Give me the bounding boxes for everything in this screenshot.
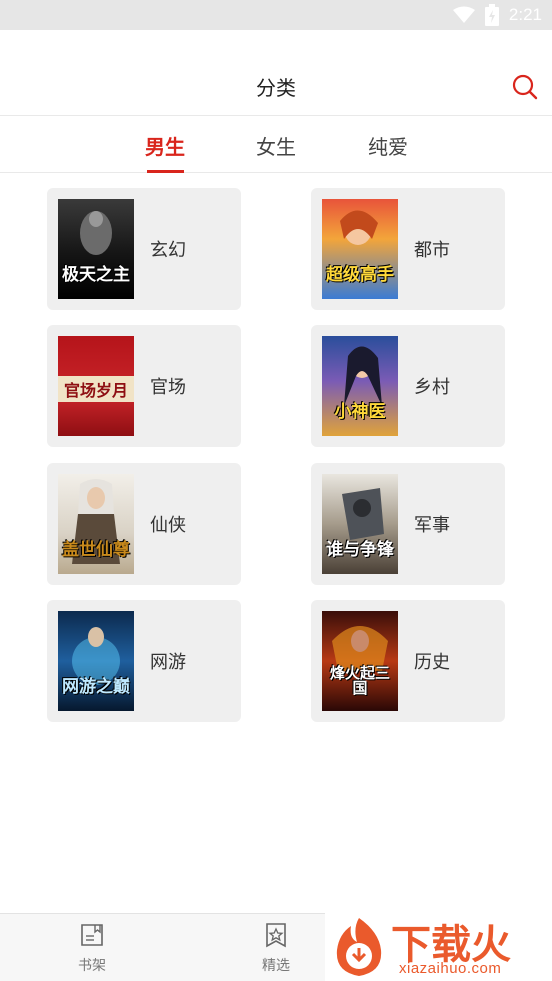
book-cover: 谁与争锋 <box>322 474 398 574</box>
cover-title: 官场岁月 <box>63 381 128 401</box>
book-cover: 极天之主 <box>58 199 134 299</box>
category-card-xianxia[interactable]: 盖世仙尊 仙侠 <box>47 463 241 585</box>
page-title: 分类 <box>256 78 296 100</box>
wifi-icon <box>452 6 475 23</box>
category-card-guanchang[interactable]: 官场岁月 官场 <box>47 325 241 447</box>
cover-title: 小神医 <box>334 402 386 423</box>
cover-title: 超级高手 <box>326 265 394 286</box>
category-label: 乡村 <box>414 377 450 397</box>
cover-title: 盖世仙尊 <box>62 540 130 561</box>
status-icons: 2:21 <box>452 3 542 27</box>
category-label: 军事 <box>414 515 450 535</box>
flame-logo-icon <box>336 918 382 976</box>
status-bar: 2:21 <box>0 0 552 30</box>
nav-bookshelf[interactable]: 书架 <box>52 922 132 975</box>
bookshelf-icon <box>81 924 103 946</box>
watermark-url: xiazaihuo.com <box>399 960 502 977</box>
cover-title: 谁与争锋 <box>326 540 394 561</box>
book-cover: 网游之巅 <box>58 611 134 711</box>
book-cover: 小神医 <box>322 336 398 436</box>
category-card-lishi[interactable]: 烽火起三国 历史 <box>311 600 505 722</box>
book-cover: 超级高手 <box>322 199 398 299</box>
category-label: 玄幻 <box>150 240 186 260</box>
category-label: 仙侠 <box>150 515 186 535</box>
nav-label: 书架 <box>78 957 106 973</box>
category-card-junshi[interactable]: 谁与争锋 军事 <box>311 463 505 585</box>
gender-tabs: 男生 女生 纯爱 <box>0 117 552 173</box>
category-card-dushi[interactable]: 超级高手 都市 <box>311 188 505 310</box>
active-tab-indicator <box>147 170 184 173</box>
nav-featured[interactable]: 精选 <box>236 922 316 975</box>
book-cover: 官场岁月 <box>58 336 134 436</box>
cover-title: 极天之主 <box>62 265 130 286</box>
star-bookmark-icon <box>266 923 286 948</box>
category-label: 网游 <box>150 652 186 672</box>
tab-male[interactable]: 男生 <box>135 131 195 160</box>
tab-danmei[interactable]: 纯爱 <box>358 131 418 160</box>
status-time: 2:21 <box>508 5 542 24</box>
category-card-xiangcun[interactable]: 小神医 乡村 <box>311 325 505 447</box>
search-icon <box>512 74 538 100</box>
category-card-xuanhuan[interactable]: 极天之主 玄幻 <box>47 188 241 310</box>
category-label: 历史 <box>414 652 450 672</box>
nav-label: 精选 <box>262 957 290 973</box>
battery-icon <box>484 4 499 26</box>
search-button[interactable] <box>510 72 540 102</box>
header: 分类 <box>0 30 552 116</box>
category-label: 官场 <box>150 377 186 397</box>
book-cover: 烽火起三国 <box>322 611 398 711</box>
cover-title: 烽火起三国 <box>329 663 390 698</box>
watermark: 下载火 xiazaihuo.com <box>325 910 552 981</box>
tab-female[interactable]: 女生 <box>246 131 306 160</box>
category-label: 都市 <box>414 240 450 260</box>
category-card-wangyou[interactable]: 网游之巅 网游 <box>47 600 241 722</box>
book-cover: 盖世仙尊 <box>58 474 134 574</box>
cover-title: 网游之巅 <box>62 677 130 698</box>
